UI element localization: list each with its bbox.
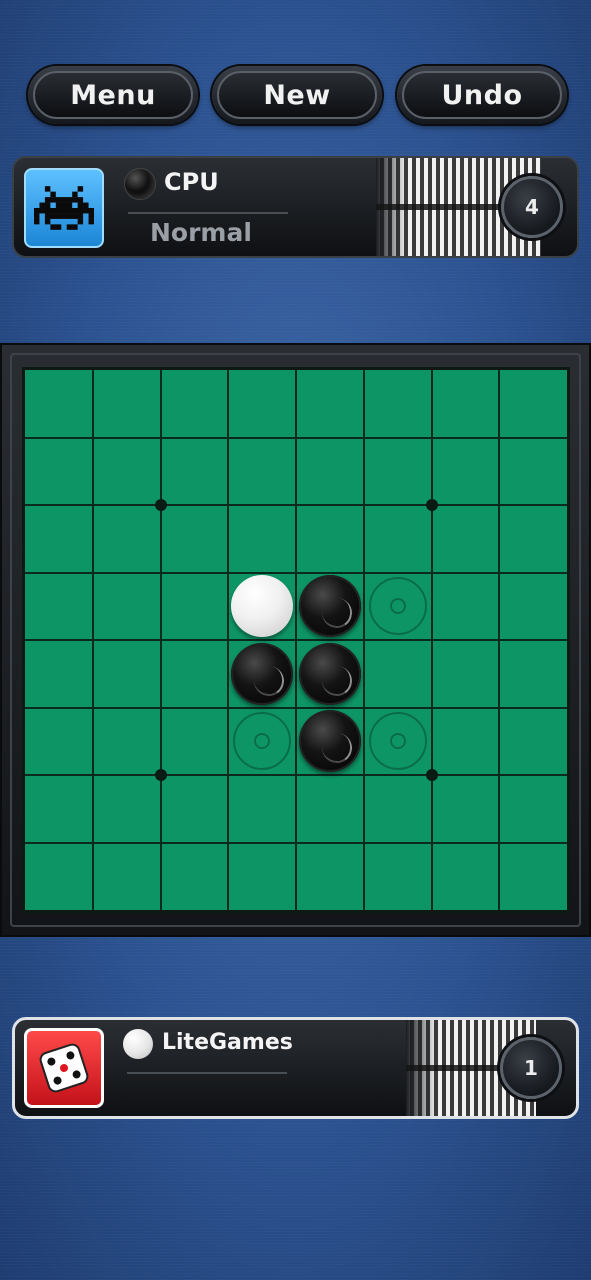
black-disc	[298, 710, 361, 773]
player-name: LiteGames	[162, 1030, 293, 1055]
grid-line-horizontal	[25, 841, 567, 844]
grid-line-horizontal	[25, 639, 567, 641]
undo-button-label: Undo	[402, 71, 562, 119]
grid-line-vertical	[498, 370, 501, 910]
board-star-point	[154, 499, 167, 511]
menu-button-label: Menu	[33, 71, 193, 119]
board-star-point	[154, 769, 167, 781]
player-avatar	[24, 1028, 104, 1108]
opponent-panel: CPU Normal 4	[12, 156, 579, 258]
grid-line-vertical	[362, 370, 365, 910]
opponent-divider	[128, 212, 288, 214]
dice-icon	[39, 1043, 89, 1093]
white-disc	[231, 575, 294, 638]
board-star-point	[425, 499, 438, 511]
player-score-badge: 1	[500, 1037, 562, 1099]
grid-line-horizontal	[25, 774, 567, 776]
grid-line-vertical	[430, 370, 433, 910]
space-invader-icon	[34, 186, 94, 230]
valid-move-hint[interactable]	[368, 577, 427, 636]
opponent-avatar	[24, 168, 104, 248]
black-disc	[298, 642, 361, 705]
opponent-name: CPU	[164, 168, 219, 196]
opponent-score-badge: 4	[501, 176, 563, 238]
player-disc-color-icon	[123, 1029, 153, 1059]
menu-button[interactable]: Menu	[28, 66, 198, 124]
player-divider	[127, 1072, 287, 1074]
black-disc	[231, 642, 294, 705]
opponent-difficulty: Normal	[150, 218, 252, 247]
opponent-disc-color-icon	[124, 168, 156, 200]
board-star-point	[425, 769, 438, 781]
black-disc	[298, 575, 361, 638]
player-panel: LiteGames 1	[12, 1017, 579, 1119]
valid-move-hint[interactable]	[368, 712, 427, 771]
new-game-button[interactable]: New	[212, 66, 382, 124]
undo-button[interactable]: Undo	[397, 66, 567, 124]
valid-move-hint[interactable]	[233, 712, 292, 771]
grid-line-horizontal	[25, 706, 567, 709]
new-game-button-label: New	[217, 71, 377, 119]
game-board[interactable]	[22, 367, 570, 913]
